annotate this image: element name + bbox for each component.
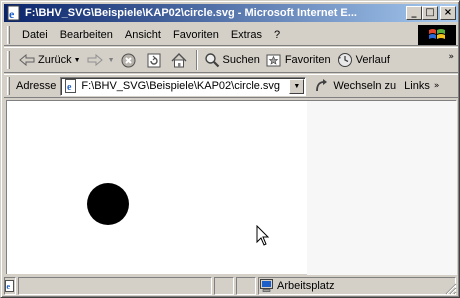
back-arrow-icon (19, 52, 35, 68)
forward-dropdown-icon[interactable]: ▼ (108, 57, 115, 64)
links-label: Links (404, 80, 430, 92)
window-controls: _ □ × (406, 6, 456, 20)
go-button[interactable]: Wechseln zu (314, 78, 396, 94)
back-dropdown-icon[interactable]: ▼ (74, 57, 81, 64)
mouse-cursor-icon (256, 225, 270, 246)
go-arrow-icon (314, 78, 330, 94)
menu-bearbeiten[interactable]: Bearbeiten (54, 29, 119, 41)
favorites-button[interactable]: Favoriten (263, 49, 334, 71)
svg-circle (87, 183, 129, 225)
status-icon-cell: e (4, 277, 16, 295)
search-button[interactable]: Suchen (201, 49, 263, 71)
search-label: Suchen (222, 54, 260, 66)
menu-datei[interactable]: Datei (16, 29, 54, 41)
menu-extras[interactable]: Extras (225, 29, 268, 41)
favorites-icon (266, 52, 282, 68)
svg-text:e: e (7, 282, 11, 291)
minimize-button[interactable]: _ (406, 6, 422, 20)
my-computer-icon (260, 279, 273, 292)
back-button[interactable]: Zurück ▼ (16, 49, 84, 71)
close-icon: × (443, 7, 453, 18)
toolbar-more-chevron-icon[interactable]: » (448, 52, 454, 62)
stop-icon (121, 52, 137, 68)
address-dropdown-icon[interactable]: ▼ (289, 78, 305, 94)
address-label: Adresse (16, 80, 57, 92)
refresh-icon (146, 52, 162, 68)
home-icon (171, 52, 187, 68)
title-bar[interactable]: e F:\BHV_SVG\Beispiele\KAP02\circle.svg … (4, 4, 458, 22)
content-gray-region (307, 101, 457, 275)
ie-page-icon: e (6, 5, 22, 21)
close-button[interactable]: × (440, 6, 456, 20)
status-cell-b (236, 277, 256, 295)
maximize-button[interactable]: □ (422, 6, 438, 20)
status-page-icon: e (5, 280, 14, 292)
standard-toolbar: Zurück ▼ ▼ Suchen Favoriten Verlauf » (4, 47, 458, 73)
status-cell-a (214, 277, 234, 295)
stop-button[interactable] (118, 49, 143, 71)
address-bar: Adresse e F:\BHV_SVG\Beispiele\KAP02\cir… (4, 74, 458, 98)
status-zone-cell: Arbeitsplatz (258, 277, 456, 295)
window-title: F:\BHV_SVG\Beispiele\KAP02\circle.svg - … (25, 7, 357, 19)
windows-logo-icon (418, 25, 456, 45)
forward-button[interactable]: ▼ (84, 49, 118, 71)
home-button[interactable] (168, 49, 193, 71)
svg-text:e: e (9, 7, 15, 21)
refresh-button[interactable] (143, 49, 168, 71)
history-icon (337, 52, 353, 68)
address-value: F:\BHV_SVG\Beispiele\KAP02\circle.svg (81, 80, 281, 92)
menu-bar: Datei Bearbeiten Ansicht Favoriten Extra… (4, 24, 458, 46)
status-zone-label: Arbeitsplatz (277, 280, 335, 292)
address-input[interactable]: e F:\BHV_SVG\Beispiele\KAP02\circle.svg … (60, 76, 307, 96)
page-content[interactable] (6, 100, 457, 275)
svg-text:e: e (67, 82, 72, 93)
resize-grip-icon[interactable] (445, 283, 457, 295)
page-icon: e (64, 79, 78, 93)
status-bar: e Arbeitsplatz (4, 276, 458, 296)
favorites-label: Favoriten (284, 54, 331, 66)
status-text-cell (18, 277, 212, 295)
menu-ansicht[interactable]: Ansicht (119, 29, 167, 41)
maximize-icon: □ (425, 7, 435, 18)
forward-arrow-icon (87, 52, 103, 68)
history-label: Verlauf (355, 54, 390, 66)
back-label: Zurück (38, 54, 72, 66)
menu-grip[interactable] (7, 25, 10, 44)
toolbar-grip[interactable] (7, 51, 10, 69)
address-grip[interactable] (7, 77, 10, 95)
links-button[interactable]: Links » (404, 80, 439, 92)
history-button[interactable]: Verlauf (334, 49, 393, 71)
go-label: Wechseln zu (333, 80, 397, 92)
browser-window: e F:\BHV_SVG\Beispiele\KAP02\circle.svg … (0, 0, 460, 298)
menu-favoriten[interactable]: Favoriten (167, 29, 225, 41)
toolbar-separator (195, 50, 198, 70)
minimize-icon: _ (411, 7, 417, 18)
search-icon (204, 52, 220, 68)
links-chevron-icon: » (433, 81, 440, 91)
menu-help[interactable]: ? (268, 29, 286, 41)
